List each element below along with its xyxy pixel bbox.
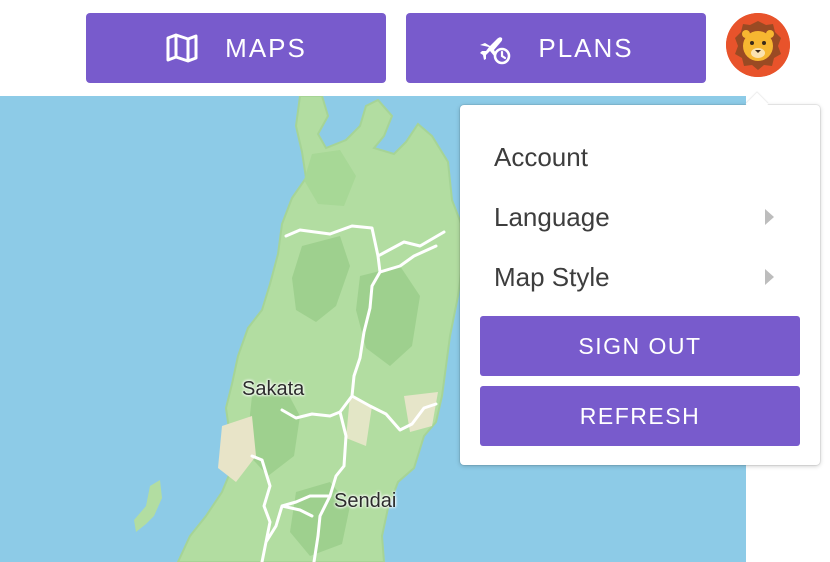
menu-item-account[interactable]: Account <box>460 129 820 185</box>
menu-item-label: Language <box>494 201 610 232</box>
map-label-sakata: Sakata <box>242 378 305 400</box>
menu-item-label: Account <box>494 141 588 172</box>
chevron-right-icon <box>765 209 774 225</box>
menu-item-map-style[interactable]: Map Style <box>460 249 820 305</box>
maps-button-label: MAPS <box>225 32 307 63</box>
maps-button[interactable]: MAPS <box>86 13 386 83</box>
top-bar: MAPS PLANS <box>0 0 830 96</box>
lion-avatar-icon <box>726 13 790 77</box>
map-label-sendai: Sendai <box>334 490 397 512</box>
chevron-right-icon <box>765 269 774 285</box>
plans-button[interactable]: PLANS <box>406 13 706 83</box>
user-avatar-button[interactable] <box>726 13 790 77</box>
menu-item-label: Map Style <box>494 261 610 292</box>
menu-caret <box>745 92 769 116</box>
airplane-clock-icon <box>478 31 512 65</box>
user-menu: Account Language Map Style SIGN OUT REFR… <box>460 92 820 465</box>
folded-map-icon <box>165 31 199 65</box>
plans-button-label: PLANS <box>538 32 634 63</box>
sign-out-button[interactable]: SIGN OUT <box>480 316 800 376</box>
menu-item-language[interactable]: Language <box>460 189 820 245</box>
refresh-button[interactable]: REFRESH <box>480 386 800 446</box>
